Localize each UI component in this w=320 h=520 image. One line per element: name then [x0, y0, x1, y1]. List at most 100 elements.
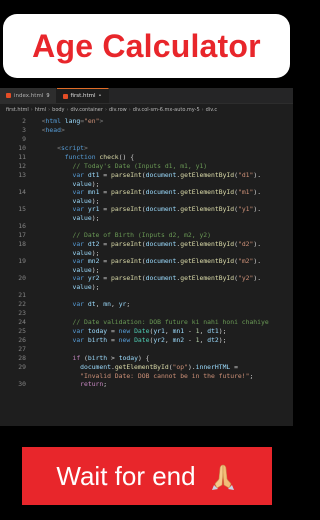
- code-token: mn1: [87, 188, 100, 196]
- breadcrumb-item[interactable]: div.container: [71, 107, 103, 113]
- code-token: if: [34, 354, 85, 362]
- tab-label: index.html: [14, 92, 44, 99]
- code-line[interactable]: 16: [0, 222, 293, 231]
- code-token: document: [145, 257, 177, 265]
- line-number: 17: [18, 231, 26, 239]
- code-line[interactable]: 17 // Date of Birth (Inputs d2, m2, y2): [0, 231, 293, 240]
- code-line[interactable]: 12 // Today's Date (Inputs d1, m1, y1): [0, 162, 293, 171]
- code-token: parseInt: [110, 274, 142, 282]
- code-line[interactable]: 30 return;: [0, 380, 293, 389]
- code-line[interactable]: 14 var mn1 = parseInt(document.getElemen…: [0, 188, 293, 205]
- page-title: Age Calculator: [32, 27, 261, 64]
- editor-tab-bar: index.html 9 first.html •: [0, 88, 293, 104]
- code-line[interactable]: 26 var birth = new Date(yr2, mn2 - 1, dt…: [0, 336, 293, 345]
- tab-index-html[interactable]: index.html 9: [0, 88, 57, 103]
- code-text: // Date validation: DOB future ki nahi h…: [34, 318, 268, 327]
- code-line[interactable]: 23: [0, 309, 293, 318]
- code-token: value: [34, 196, 92, 205]
- code-line[interactable]: 28 if (birth > today) {: [0, 354, 293, 363]
- code-line[interactable]: 13 var dt1 = parseInt(document.getElemen…: [0, 171, 293, 188]
- tab-label: first.html: [70, 93, 96, 99]
- code-line[interactable]: 25 var today = new Date(yr1, mn1 - 1, dt…: [0, 327, 293, 336]
- code-token: today: [118, 354, 138, 362]
- code-token: document: [145, 274, 177, 282]
- code-line[interactable]: 9: [0, 135, 293, 144]
- code-token: parseInt: [110, 257, 142, 265]
- code-token: dt1: [87, 171, 100, 179]
- code-token: mn2: [87, 257, 100, 265]
- code-token: =: [107, 336, 119, 344]
- code-token: function: [34, 153, 100, 161]
- code-line[interactable]: 29 document.getElementById("op").innerHT…: [0, 363, 293, 380]
- code-token: ).: [253, 188, 262, 196]
- code-token: );: [218, 336, 227, 344]
- breadcrumb-item[interactable]: html: [35, 107, 46, 113]
- line-number: 26: [18, 336, 26, 344]
- code-token: );: [91, 213, 100, 222]
- code-text: var dt, mn, yr;: [34, 300, 130, 309]
- code-text: // Date of Birth (Inputs d2, m2, y2): [34, 231, 211, 240]
- code-token: new: [118, 336, 135, 344]
- code-token: "y1": [237, 205, 254, 213]
- line-number: 27: [18, 345, 26, 353]
- folded-hands-icon: [211, 464, 234, 490]
- code-token: -: [184, 327, 196, 335]
- html-file-icon: [6, 93, 11, 98]
- code-token: head: [45, 126, 61, 134]
- breadcrumb-item[interactable]: div.col-sm-6.mx-auto.my-5: [133, 107, 200, 113]
- code-token: >: [84, 144, 88, 152]
- code-token: value: [34, 282, 92, 291]
- code-token: "op": [172, 363, 188, 371]
- code-token: yr1: [87, 205, 100, 213]
- code-line[interactable]: 21: [0, 291, 293, 300]
- code-line[interactable]: 24 // Date validation: DOB future ki nah…: [0, 318, 293, 327]
- code-line[interactable]: 22 var dt, mn, yr;: [0, 300, 293, 309]
- code-token: ).: [187, 363, 196, 371]
- code-text: var yr2 = parseInt(document.getElementBy…: [34, 274, 261, 291]
- tab-badge: 9: [46, 92, 50, 99]
- code-token: () {: [118, 153, 135, 161]
- code-line[interactable]: 10 <script>: [0, 144, 293, 153]
- line-number: 3: [22, 126, 26, 134]
- code-token: "en": [84, 117, 100, 125]
- chevron-right-icon: ›: [201, 106, 204, 113]
- code-line[interactable]: 3 <head>: [0, 126, 293, 135]
- wait-text: Wait for end: [56, 460, 196, 491]
- code-token: );: [91, 248, 100, 257]
- code-line[interactable]: 19 var mn2 = parseInt(document.getElemen…: [0, 257, 293, 274]
- code-token: document: [145, 240, 177, 248]
- code-token: Date: [134, 327, 150, 335]
- line-number: 14: [18, 188, 26, 196]
- code-token: dt: [87, 300, 96, 308]
- breadcrumb-item[interactable]: body: [52, 107, 64, 113]
- code-token: var: [34, 257, 88, 265]
- code-token: document: [145, 188, 177, 196]
- code-line[interactable]: 27: [0, 345, 293, 354]
- breadcrumb-item[interactable]: first.html: [6, 107, 29, 113]
- code-text: var mn2 = parseInt(document.getElementBy…: [34, 257, 261, 274]
- tab-first-html[interactable]: first.html •: [56, 88, 109, 103]
- code-line[interactable]: 11 function check() {: [0, 153, 293, 162]
- code-token: var: [34, 188, 88, 196]
- code-token: >: [99, 117, 104, 125]
- code-token: =: [99, 257, 111, 265]
- code-line[interactable]: 2 <html lang="en">: [0, 117, 293, 126]
- code-token: parseInt: [110, 240, 142, 248]
- line-number: 13: [18, 171, 26, 179]
- breadcrumb-item[interactable]: div.c: [206, 107, 217, 113]
- code-area[interactable]: 2 <html lang="en"> 3 <head> 9 10 <script> 11…: [0, 115, 293, 389]
- breadcrumb-item[interactable]: div.row: [109, 107, 127, 113]
- code-token: yr2: [87, 274, 100, 282]
- code-token: new: [118, 327, 135, 335]
- code-line[interactable]: 15 var yr1 = parseInt(document.getElemen…: [0, 205, 293, 222]
- code-token: =: [99, 171, 111, 179]
- code-text: var dt2 = parseInt(document.getElementBy…: [34, 240, 261, 257]
- code-token: ,: [164, 327, 173, 335]
- code-text: // Today's Date (Inputs d1, m1, y1): [34, 162, 207, 171]
- code-token: Date: [134, 336, 150, 344]
- code-line[interactable]: 20 var yr2 = parseInt(document.getElemen…: [0, 274, 293, 291]
- code-line[interactable]: 18 var dt2 = parseInt(document.getElemen…: [0, 240, 293, 257]
- line-number: 12: [18, 162, 26, 170]
- code-text: var birth = new Date(yr2, mn2 - 1, dt2);: [34, 336, 226, 345]
- line-number: 16: [18, 222, 26, 230]
